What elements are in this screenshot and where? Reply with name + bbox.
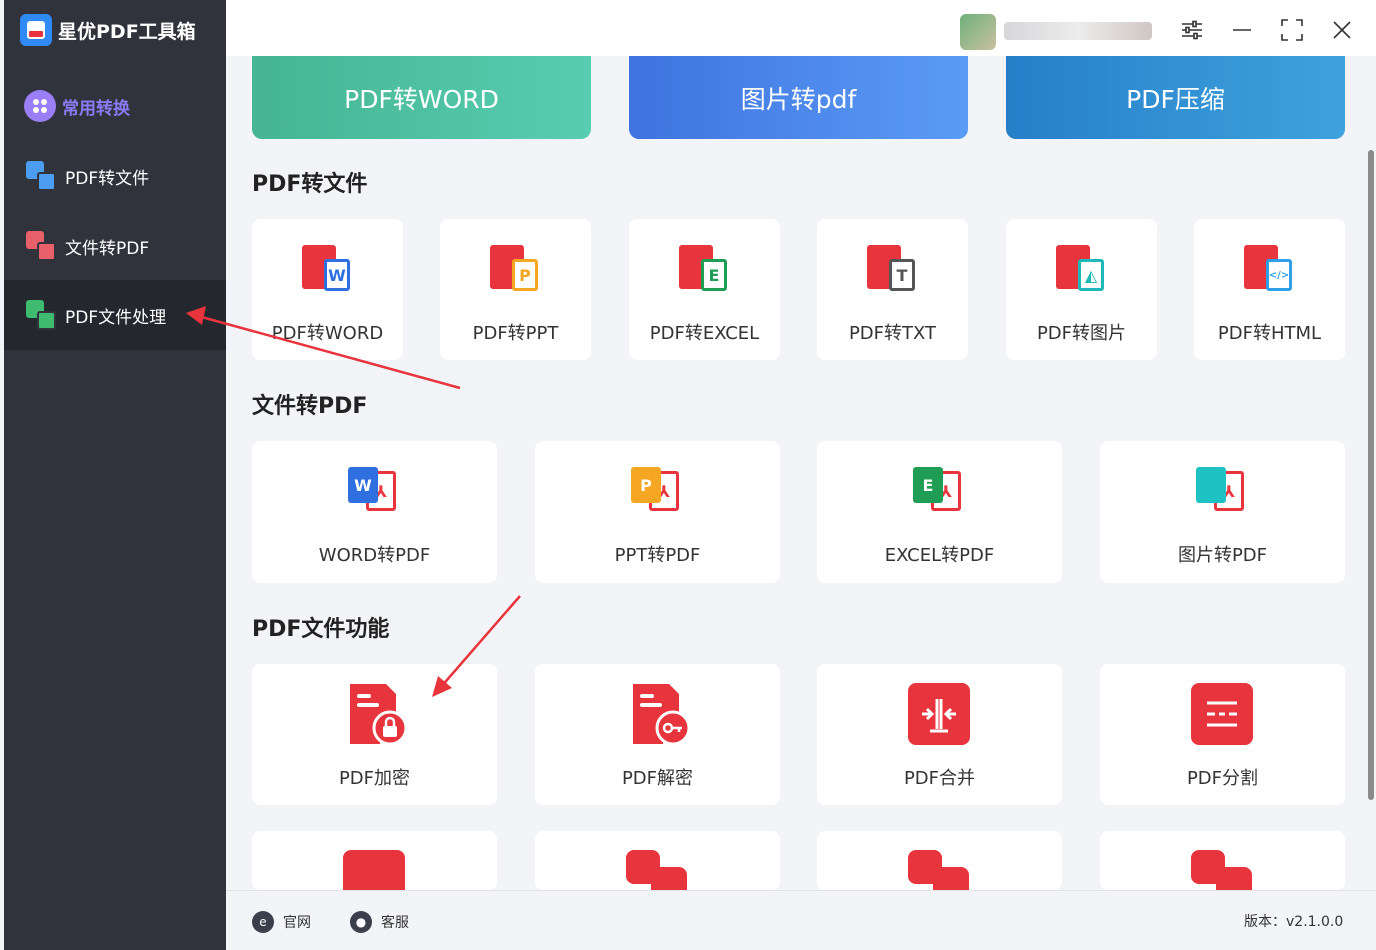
featured-card-label: 图片转pdf [740, 84, 857, 114]
sidebar-item-label: PDF文件处理 [65, 307, 167, 328]
tile-pdf-to-word[interactable]: W PDF转WORD [252, 219, 403, 360]
section-title-pdf-functions: PDF文件功能 [252, 617, 390, 642]
sidebar-item-label: 文件转PDF [65, 238, 150, 259]
pdf-tool-icon [343, 850, 405, 890]
pdf-to-html-icon: </> [1242, 241, 1298, 297]
app-title: 星优PDF工具箱 [58, 20, 196, 43]
ppt-to-pdf-icon: ⅄ P [629, 463, 685, 519]
file-to-pdf-icon [24, 229, 58, 263]
app-window: 星优PDF工具箱 常用转换 PDF转文件 文件转PDF PDF文件处理 PDF转… [0, 0, 1376, 950]
sidebar: 星优PDF工具箱 常用转换 PDF转文件 文件转PDF PDF文件处理 [4, 0, 226, 950]
featured-card-pdf-to-word[interactable]: PDF转WORD [252, 56, 591, 139]
featured-card-label: PDF压缩 [1126, 84, 1225, 114]
tile-ppt-to-pdf[interactable]: ⅄ P PPT转PDF [535, 441, 780, 583]
tile-label: PDF分割 [1186, 768, 1259, 789]
tile-pdf-split[interactable]: PDF分割 [1100, 664, 1345, 805]
version-info: 版本：v2.1.0.0 [1244, 911, 1343, 931]
avatar[interactable] [960, 14, 996, 50]
maximize-icon[interactable] [1276, 14, 1308, 46]
excel-to-pdf-icon: ⅄ E [911, 463, 967, 519]
tile-label: PDF转图片 [1036, 323, 1127, 344]
close-icon[interactable] [1326, 14, 1358, 46]
tile-partial[interactable] [817, 831, 1062, 890]
section-title-file-to-pdf: 文件转PDF [252, 394, 368, 419]
featured-card-pdf-compress[interactable]: PDF压缩 [1006, 56, 1345, 139]
browser-e-icon: e [252, 911, 274, 933]
tile-label: 图片转PDF [1177, 545, 1268, 566]
image-to-pdf-icon: ⅄ [1194, 463, 1250, 519]
tile-word-to-pdf[interactable]: ⅄ W WORD转PDF [252, 441, 497, 583]
minimize-icon[interactable] [1226, 14, 1258, 46]
sidebar-item-label: 常用转换 [62, 98, 130, 119]
app-header: 星优PDF工具箱 [20, 12, 196, 48]
pdf-to-ppt-icon: P [488, 241, 544, 297]
tile-label: PDF转TXT [848, 323, 937, 344]
grid-dots-icon [24, 90, 56, 122]
pdf-to-image-icon: ◭ [1054, 241, 1110, 297]
username-redacted [1004, 22, 1152, 40]
pdf-tool-icon [1216, 867, 1252, 890]
tile-pdf-decrypt[interactable]: PDF解密 [535, 664, 780, 805]
pdf-decrypt-icon [629, 682, 693, 746]
section-title-pdf-to-file: PDF转文件 [252, 172, 368, 197]
pdf-to-txt-icon: T [865, 241, 921, 297]
title-bar [226, 0, 1376, 56]
tile-label: PPT转PDF [614, 545, 701, 566]
tile-pdf-to-excel[interactable]: E PDF转EXCEL [629, 219, 780, 360]
pdf-encrypt-icon [346, 682, 410, 746]
featured-card-image-to-pdf[interactable]: 图片转pdf [629, 56, 968, 139]
tile-pdf-to-image[interactable]: ◭ PDF转图片 [1006, 219, 1157, 360]
pdf-merge-icon [908, 683, 970, 745]
tile-pdf-encrypt[interactable]: PDF加密 [252, 664, 497, 805]
pdf-processing-icon [24, 298, 58, 332]
pdf-to-file-icon [24, 159, 58, 193]
support-label: 客服 [381, 915, 409, 931]
tile-pdf-to-html[interactable]: </> PDF转HTML [1194, 219, 1345, 360]
word-to-pdf-icon: ⅄ W [346, 463, 402, 519]
tile-partial[interactable] [1100, 831, 1345, 890]
featured-card-label: PDF转WORD [344, 84, 499, 114]
scrollbar[interactable] [1368, 150, 1374, 800]
version-label: 版本：v2.1.0.0 [1244, 914, 1344, 930]
sidebar-item-pdf-to-file[interactable]: PDF转文件 [4, 141, 226, 211]
tile-label: PDF加密 [338, 768, 411, 789]
tile-image-to-pdf[interactable]: ⅄ 图片转PDF [1100, 441, 1345, 583]
sidebar-item-pdf-processing[interactable]: PDF文件处理 [4, 280, 226, 350]
pdf-tool-icon [933, 867, 969, 890]
pdf-to-excel-icon: E [677, 241, 733, 297]
tile-label: EXCEL转PDF [884, 545, 995, 566]
sidebar-item-label: PDF转文件 [65, 168, 150, 189]
tile-label: PDF转HTML [1217, 323, 1322, 344]
pdf-tool-icon [651, 867, 687, 890]
settings-sliders-icon[interactable] [1176, 14, 1208, 46]
website-label: 官网 [283, 915, 311, 931]
tile-partial[interactable] [252, 831, 497, 890]
chat-icon: ● [350, 911, 372, 933]
tile-label: PDF转EXCEL [649, 323, 760, 344]
app-logo-icon [20, 14, 52, 46]
sidebar-item-common-convert[interactable]: 常用转换 [4, 71, 226, 141]
tile-partial[interactable] [535, 831, 780, 890]
tile-label: PDF解密 [621, 768, 694, 789]
tile-label: PDF转PPT [472, 323, 559, 344]
pdf-split-icon [1191, 683, 1253, 745]
sidebar-item-file-to-pdf[interactable]: 文件转PDF [4, 211, 226, 281]
tile-pdf-merge[interactable]: PDF合并 [817, 664, 1062, 805]
pdf-to-word-icon: W [300, 241, 356, 297]
tile-label: WORD转PDF [318, 545, 431, 566]
tile-excel-to-pdf[interactable]: ⅄ E EXCEL转PDF [817, 441, 1062, 583]
tile-label: PDF转WORD [271, 323, 384, 344]
main-content: PDF转WORD 图片转pdf PDF压缩 PDF转文件 W PDF转WORD … [226, 0, 1376, 950]
tile-pdf-to-txt[interactable]: T PDF转TXT [817, 219, 968, 360]
support-link[interactable]: ● 客服 [350, 911, 409, 933]
tile-label: PDF合并 [903, 768, 976, 789]
tile-pdf-to-ppt[interactable]: P PDF转PPT [440, 219, 591, 360]
website-link[interactable]: e 官网 [252, 911, 311, 933]
footer: e 官网 ● 客服 版本：v2.1.0.0 [226, 890, 1376, 950]
